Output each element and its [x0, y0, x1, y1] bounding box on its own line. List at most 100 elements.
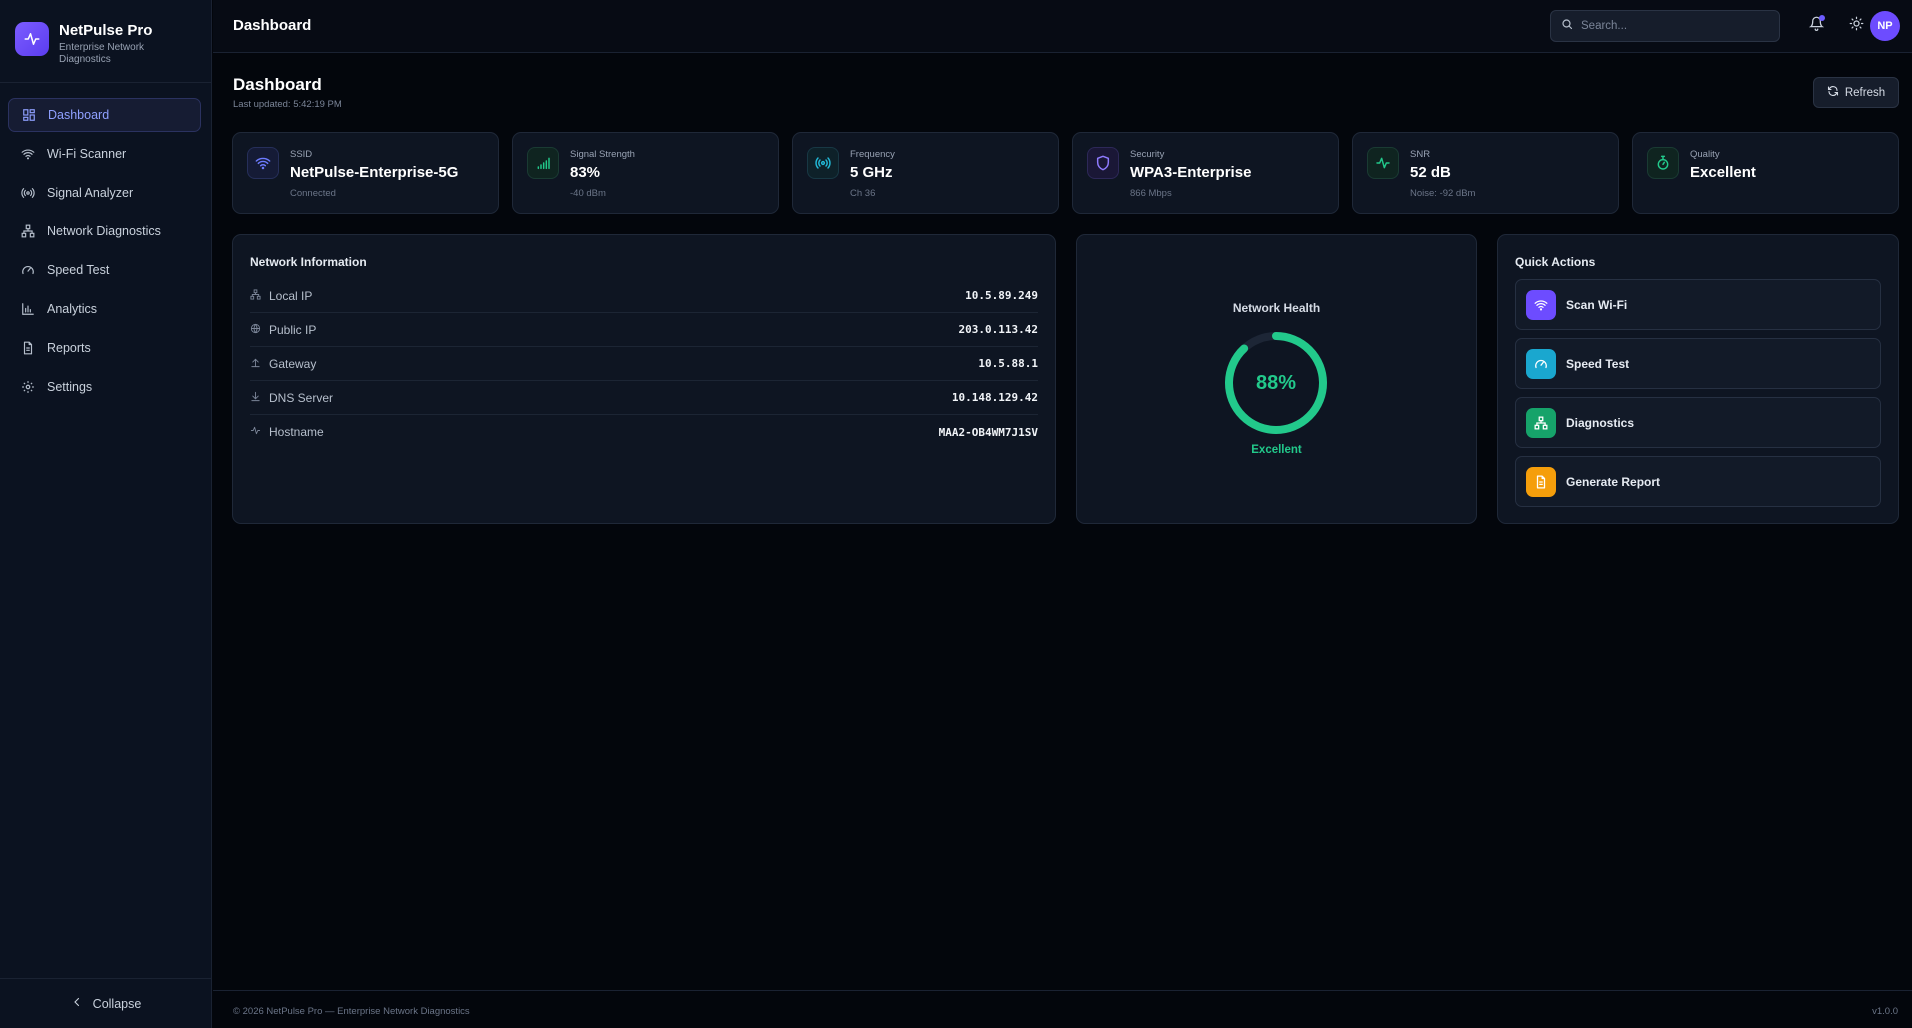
sidebar-item-label: Speed Test [47, 263, 110, 278]
panel-title: Network Information [250, 255, 367, 269]
collapse-label: Collapse [92, 996, 142, 1011]
info-row-dns-server: DNS Server 10.148.129.42 [250, 381, 1038, 415]
notifications-button[interactable] [1806, 15, 1826, 36]
stat-label: Security [1130, 149, 1165, 160]
sun-icon [1849, 16, 1864, 36]
sidebar-item-settings[interactable]: Settings [8, 370, 201, 404]
info-value: 203.0.113.42 [958, 323, 1038, 336]
top-header: Dashboard NP [213, 0, 1912, 53]
stat-card-snr: SNR 52 dB Noise: -92 dBm [1352, 132, 1619, 214]
sidebar-divider [0, 82, 212, 83]
upload-arrow-icon [250, 357, 261, 371]
sidebar-item-label: Network Diagnostics [47, 224, 161, 239]
speed-test-button[interactable]: Speed Test [1515, 338, 1881, 389]
info-label: Public IP [269, 322, 317, 337]
download-arrow-icon [250, 391, 261, 405]
stat-card-ssid: SSID NetPulse-Enterprise-5G Connected [232, 132, 499, 214]
scan-wifi-button[interactable]: Scan Wi-Fi [1515, 279, 1881, 330]
info-row-gateway: Gateway 10.5.88.1 [250, 347, 1038, 381]
stopwatch-icon [1647, 147, 1679, 179]
brand-subtitle: Enterprise Network Diagnostics [59, 42, 145, 65]
stat-card-quality: Quality Excellent [1632, 132, 1899, 214]
action-label: Scan Wi-Fi [1566, 297, 1628, 312]
stat-card-frequency: Frequency 5 GHz Ch 36 [792, 132, 1059, 214]
quick-actions-panel: Quick Actions Scan Wi-Fi Speed Test Diag… [1497, 234, 1899, 524]
search-box[interactable] [1550, 10, 1780, 42]
refresh-icon [1827, 85, 1839, 100]
footer-version: v1.0.0 [1872, 1006, 1898, 1017]
footer: © 2026 NetPulse Pro — Enterprise Network… [213, 990, 1912, 1028]
sidebar-item-network-diagnostics[interactable]: Network Diagnostics [8, 214, 201, 248]
sidebar-item-analytics[interactable]: Analytics [8, 292, 201, 326]
stat-label: Quality [1690, 149, 1720, 160]
stat-value: WPA3-Enterprise [1130, 164, 1252, 181]
stat-label: Signal Strength [570, 149, 635, 160]
radio-waves-icon [807, 147, 839, 179]
speedometer-icon [1526, 348, 1556, 379]
action-label: Generate Report [1566, 474, 1661, 489]
stat-sub: Connected [290, 188, 336, 199]
sidebar-nav: Dashboard Wi-Fi Scanner Signal Analyzer … [8, 98, 201, 408]
diagnostics-button[interactable]: Diagnostics [1515, 397, 1881, 448]
footer-copyright: © 2026 NetPulse Pro — Enterprise Network… [233, 1006, 470, 1017]
gear-icon [20, 379, 36, 395]
info-value: 10.5.89.249 [965, 289, 1038, 302]
stat-sub: -40 dBm [570, 188, 606, 199]
activity-icon [1367, 147, 1399, 179]
sidebar-item-reports[interactable]: Reports [8, 331, 201, 365]
stat-card-security: Security WPA3-Enterprise 866 Mbps [1072, 132, 1339, 214]
action-label: Speed Test [1566, 356, 1630, 371]
sidebar-item-label: Reports [47, 340, 91, 355]
sidebar: NetPulse Pro Enterprise Network Diagnost… [0, 0, 212, 1028]
health-status: Excellent [1251, 444, 1302, 456]
wifi-icon [1526, 289, 1556, 320]
sidebar-item-speed-test[interactable]: Speed Test [8, 253, 201, 287]
network-icon [20, 223, 36, 239]
wifi-icon [20, 146, 36, 162]
brand-name: NetPulse Pro [59, 22, 153, 39]
sidebar-item-label: Analytics [47, 301, 98, 316]
shield-icon [1087, 147, 1119, 179]
info-label: Hostname [269, 425, 324, 439]
bar-chart-icon [20, 301, 36, 317]
document-icon [20, 340, 36, 356]
stat-value: NetPulse-Enterprise-5G [290, 164, 459, 181]
stat-sub: Ch 36 [850, 188, 876, 199]
brand: NetPulse Pro Enterprise Network Diagnost… [15, 22, 159, 66]
info-label: Local IP [269, 288, 313, 303]
chevron-left-icon [71, 996, 83, 1011]
search-icon [1561, 17, 1573, 35]
network-icon [250, 288, 261, 303]
stat-value: 83% [570, 164, 601, 181]
header-title: Dashboard [233, 17, 312, 34]
search-input[interactable] [1581, 20, 1761, 32]
info-row-public-ip: Public IP 203.0.113.42 [250, 313, 1038, 347]
avatar[interactable]: NP [1870, 11, 1900, 41]
info-label: Gateway [269, 356, 317, 371]
stat-sub: 866 Mbps [1130, 188, 1172, 199]
last-updated: Last updated: 5:42:19 PM [233, 99, 342, 110]
network-health-panel: Network Health 88% Excellent [1076, 234, 1477, 524]
info-row-hostname: Hostname MAA2-OB4WM7J1SV [250, 415, 1038, 449]
generate-report-button[interactable]: Generate Report [1515, 456, 1881, 507]
dashboard-grid-icon [21, 107, 37, 123]
stat-label: SNR [1410, 149, 1431, 160]
panel-title: Quick Actions [1515, 255, 1596, 269]
stat-sub: Noise: -92 dBm [1410, 188, 1476, 199]
collapse-button[interactable]: Collapse [0, 978, 212, 1028]
sidebar-item-dashboard[interactable]: Dashboard [8, 98, 201, 132]
stat-value: 5 GHz [850, 164, 893, 181]
signal-radio-icon [20, 185, 36, 201]
sidebar-item-label: Dashboard [48, 108, 110, 122]
info-value: MAA2-OB4WM7J1SV [938, 425, 1038, 439]
stat-card-signal-strength: Signal Strength 83% -40 dBm [512, 132, 779, 214]
wifi-icon [247, 147, 279, 179]
sidebar-item-wifi-scanner[interactable]: Wi-Fi Scanner [8, 137, 201, 171]
theme-toggle-button[interactable] [1846, 16, 1866, 36]
action-label: Diagnostics [1566, 415, 1635, 430]
info-row-local-ip: Local IP 10.5.89.249 [250, 279, 1038, 313]
sidebar-item-signal-analyzer[interactable]: Signal Analyzer [8, 176, 201, 210]
refresh-button[interactable]: Refresh [1813, 77, 1899, 108]
sidebar-item-label: Settings [47, 379, 93, 394]
sidebar-item-label: Wi-Fi Scanner [47, 146, 127, 161]
